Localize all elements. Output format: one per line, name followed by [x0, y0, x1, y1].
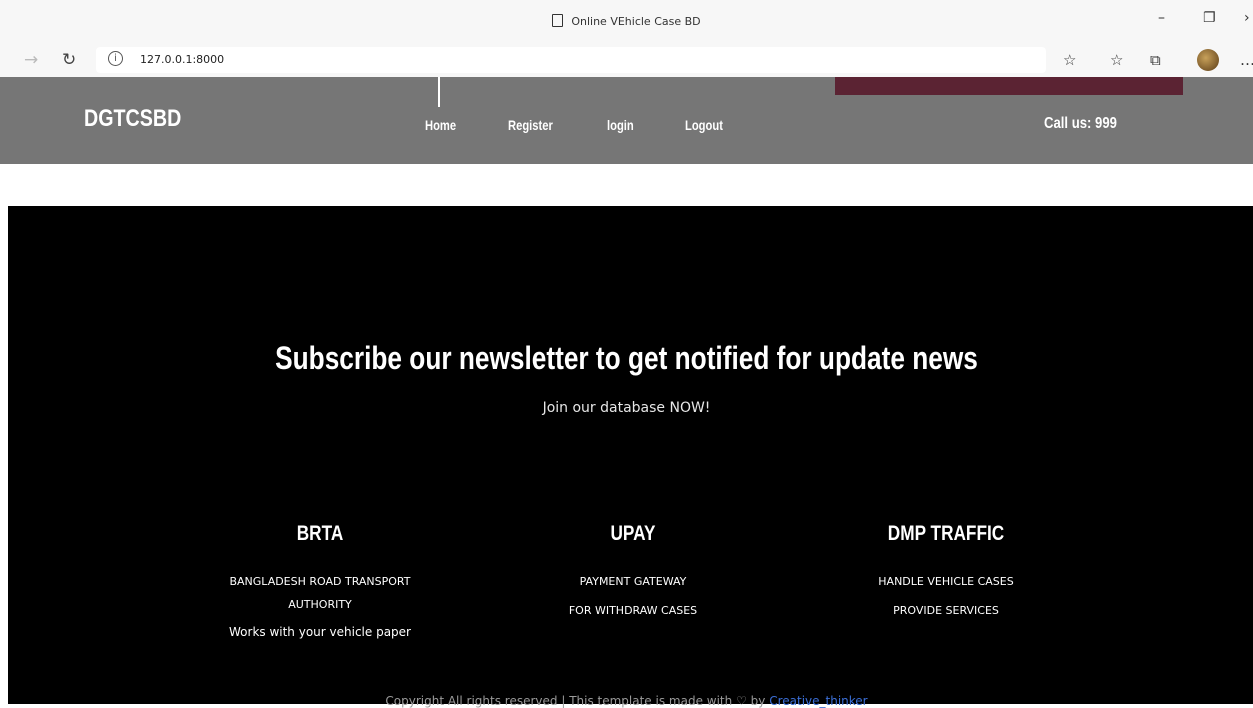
minimize-icon[interactable]: –	[1158, 10, 1165, 26]
site-header: DGTCSBD Home Register login Logout Call …	[0, 77, 1253, 164]
more-icon[interactable]: …	[1240, 51, 1253, 69]
nav-home[interactable]: Home	[425, 117, 456, 133]
favorites-icon[interactable]: ☆	[1110, 51, 1123, 69]
document-icon	[552, 14, 564, 27]
refresh-icon[interactable]: ↻	[62, 50, 76, 70]
author-link[interactable]: Creative_thinker	[769, 694, 867, 708]
info-icon[interactable]: i	[108, 51, 123, 66]
column-title-upay: UPAY	[610, 522, 656, 545]
column-line: FOR WITHDRAW CASES	[568, 604, 698, 617]
address-bar[interactable]: i 127.0.0.1:8000	[96, 47, 1046, 73]
tab[interactable]: Online VEhicle Case BD	[0, 14, 1253, 28]
column-line: HANDLE VEHICLE CASES	[878, 575, 1014, 588]
browser-titlebar: Online VEhicle Case BD – ❐ ›	[0, 0, 1253, 44]
copyright: Copyright All rights reserved | This tem…	[0, 694, 1253, 708]
by-text: by	[750, 694, 766, 708]
copyright-text: Copyright All rights reserved | This tem…	[385, 694, 733, 708]
favorite-add-icon[interactable]: ☆	[1063, 51, 1076, 69]
nav-register[interactable]: Register	[508, 117, 553, 133]
column-line: Works with your vehicle paper	[229, 625, 411, 639]
url-text[interactable]: 127.0.0.1:8000	[140, 53, 224, 66]
profile-avatar[interactable]	[1197, 49, 1219, 71]
close-icon[interactable]: ›	[1244, 10, 1250, 26]
call-us: Call us: 999	[1044, 115, 1117, 132]
nav-logout[interactable]: Logout	[685, 117, 723, 133]
column-title-brta: BRTA	[296, 522, 344, 545]
column-line: PAYMENT GATEWAY	[579, 575, 687, 588]
collections-icon[interactable]: ⧉	[1150, 51, 1161, 69]
tab-title: Online VEhicle Case BD	[571, 15, 701, 28]
restore-icon[interactable]: ❐	[1203, 10, 1216, 26]
newsletter-subtitle: Join our database NOW!	[542, 400, 711, 416]
column-line: BANGLADESH ROAD TRANSPORT	[229, 575, 411, 588]
forward-icon[interactable]: →	[24, 50, 38, 70]
column-title-dmp-traffic: DMP TRAFFIC	[887, 522, 1005, 545]
newsletter-title: Subscribe our newsletter to get notified…	[275, 340, 978, 376]
browser-toolbar: → ↻ i 127.0.0.1:8000 ☆ ☆ ⧉ …	[0, 44, 1253, 77]
nav-login[interactable]: login	[607, 117, 634, 133]
heart-icon: ♡	[736, 694, 747, 708]
nav-indicator	[438, 77, 440, 107]
brand-logo[interactable]: DGTCSBD	[84, 105, 181, 133]
header-accent-bar	[835, 77, 1183, 95]
column-line: AUTHORITY	[288, 598, 352, 611]
column-line: PROVIDE SERVICES	[893, 604, 999, 617]
